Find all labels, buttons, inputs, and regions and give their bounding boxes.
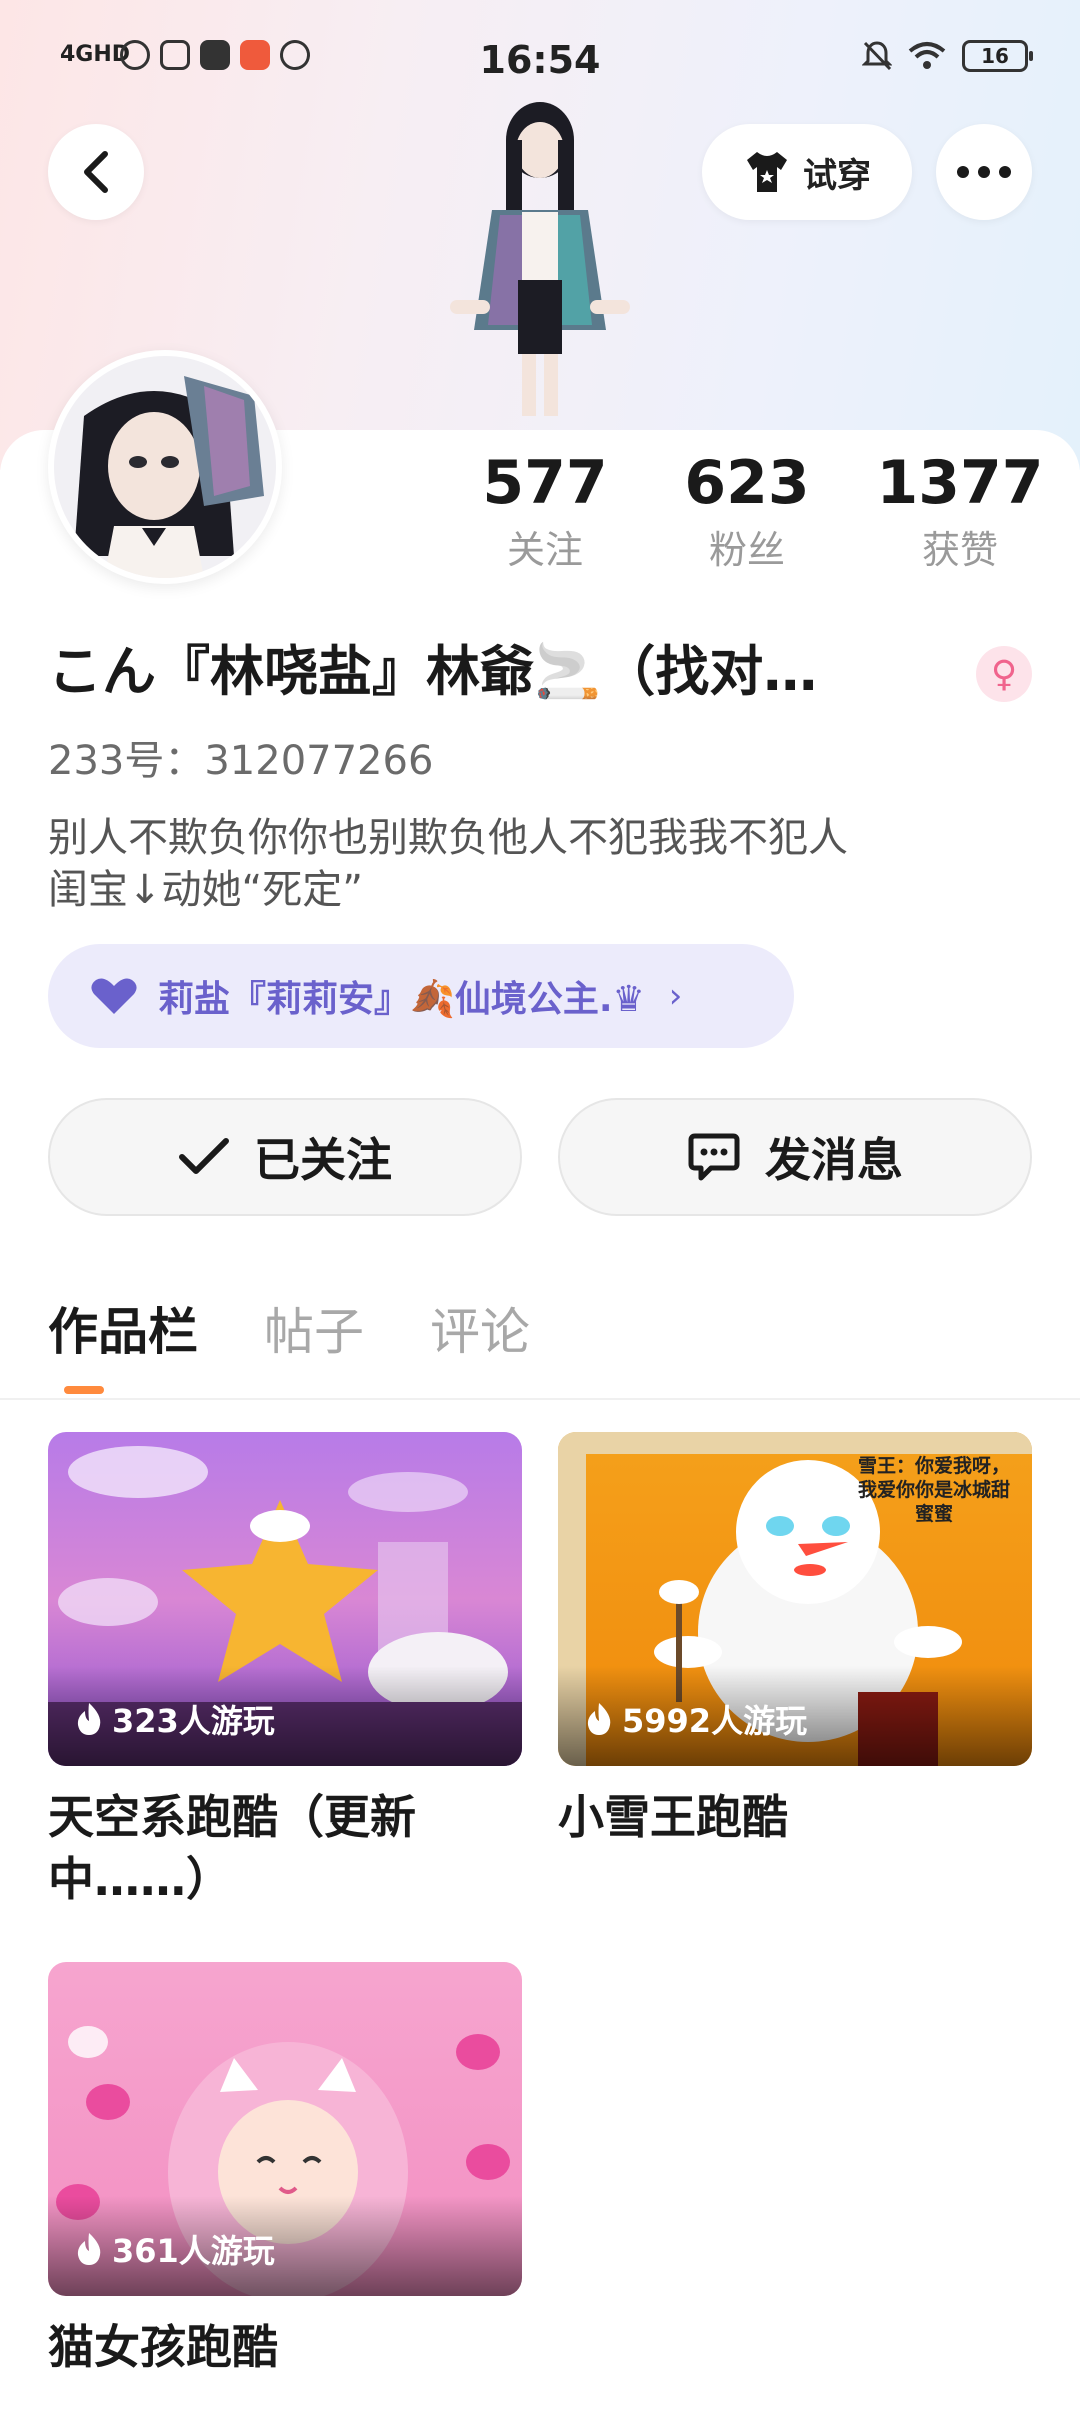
stat-label: 粉丝 — [708, 528, 785, 572]
game-card[interactable]: 323人游玩 天空系跑酷（更新中……） — [48, 1432, 522, 1910]
check-icon — [179, 1138, 229, 1174]
play-count: 361人游玩 — [74, 2226, 275, 2272]
game-thumbnail: 323人游玩 — [48, 1432, 522, 1766]
tabs-divider — [0, 1398, 1080, 1400]
heart-icon — [91, 978, 137, 1014]
bio-line: 别人不欺负你你也别欺负他人不犯我我不犯人 — [48, 815, 848, 861]
play-count: 323人游玩 — [74, 1696, 275, 1742]
user-id: 233号：312077266 — [48, 738, 434, 784]
stat-value: 577 — [482, 448, 608, 518]
stat-value: 623 — [684, 448, 810, 518]
more-dots-icon — [957, 166, 1011, 178]
profile-tabs: 作品栏 帖子 评论 — [48, 1296, 530, 1368]
more-button[interactable] — [936, 124, 1032, 220]
play-count-text: 361人游玩 — [112, 2232, 275, 2270]
game-card[interactable]: 雪王：你爱我呀，我爱你你是冰城甜蜜蜜 5992人游玩 小雪王跑酷 — [558, 1432, 1032, 1848]
play-count: 5992人游玩 — [584, 1696, 807, 1742]
chevron-right-icon: › — [668, 976, 683, 1016]
tshirt-icon — [747, 152, 787, 192]
flame-icon — [587, 1703, 611, 1735]
status-right: 16 — [862, 40, 1033, 72]
bell-muted-icon — [862, 41, 892, 71]
bio-line: 闺宝↓动她“死定” — [48, 867, 363, 913]
battery-icon: 16 — [962, 40, 1033, 72]
couple-link[interactable]: 莉盐『莉莉安』🍂仙境公主.♛ › — [48, 944, 794, 1048]
stat-value: 1377 — [876, 448, 1044, 518]
message-button[interactable]: 发消息 — [558, 1098, 1032, 1216]
message-label: 发消息 — [765, 1133, 903, 1187]
back-button[interactable] — [48, 124, 144, 220]
stat-likes[interactable]: 1377 获赞 — [860, 448, 1060, 578]
try-on-label: 试穿 — [803, 155, 871, 196]
tab-works[interactable]: 作品栏 — [48, 1296, 198, 1368]
game-thumbnail: 雪王：你爱我呀，我爱你你是冰城甜蜜蜜 5992人游玩 — [558, 1432, 1032, 1766]
tab-comments[interactable]: 评论 — [430, 1296, 530, 1368]
active-tab-indicator — [64, 1386, 104, 1394]
game-thumbnail: 361人游玩 — [48, 1962, 522, 2296]
bio: 别人不欺负你你也别欺负他人不犯我我不犯人 闺宝↓动她“死定” — [48, 812, 1008, 916]
game-title: 小雪王跑酷 — [558, 1790, 788, 1844]
stat-following[interactable]: 577 关注 — [462, 448, 628, 578]
flame-icon — [77, 2233, 101, 2265]
avatar-portrait — [54, 356, 276, 578]
avatar-outfit-figure — [450, 102, 630, 416]
username: こん『林哓盐』林爺🚬（找对… — [48, 640, 818, 703]
wifi-icon — [908, 42, 946, 69]
stat-label: 获赞 — [921, 528, 998, 572]
game-card[interactable]: 361人游玩 猫女孩跑酷 — [48, 1962, 522, 2378]
snow-king-caption: 雪王：你爱我呀，我爱你你是冰城甜蜜蜜 — [857, 1455, 1010, 1525]
avatar[interactable] — [48, 350, 282, 584]
tab-posts[interactable]: 帖子 — [264, 1296, 364, 1368]
stat-followers[interactable]: 623 粉丝 — [664, 448, 830, 578]
stat-label: 关注 — [506, 528, 583, 572]
gender-female-icon: ♀ — [976, 646, 1032, 702]
chat-bubble-icon — [688, 1133, 740, 1181]
play-count-text: 5992人游玩 — [622, 1702, 808, 1740]
try-on-button[interactable]: 试穿 — [702, 124, 912, 220]
play-count-text: 323人游玩 — [112, 1702, 275, 1740]
couple-name: 莉盐『莉莉安』🍂仙境公主.♛ — [158, 979, 645, 1020]
chevron-left-icon — [84, 151, 108, 193]
game-title: 猫女孩跑酷 — [48, 2320, 278, 2374]
game-title: 天空系跑酷（更新中……） — [48, 1790, 416, 1906]
followed-button[interactable]: 已关注 — [48, 1098, 522, 1216]
flame-icon — [77, 1703, 101, 1735]
followed-label: 已关注 — [254, 1133, 392, 1187]
